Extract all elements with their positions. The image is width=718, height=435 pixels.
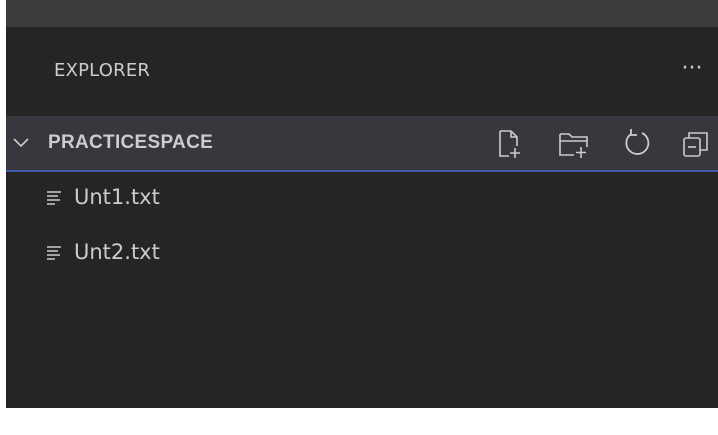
new-file-icon: [499, 130, 520, 158]
refresh-icon: [625, 129, 650, 155]
folder-row-practicespace[interactable]: PRACTICESPACE: [6, 116, 718, 172]
explorer-header: EXPLORER ···: [6, 27, 718, 115]
chevron-down-icon: [13, 138, 29, 148]
folder-name: PRACTICESPACE: [48, 132, 214, 153]
refresh-button[interactable]: [620, 126, 656, 162]
file-row-unt1[interactable]: Unt1.txt: [6, 174, 718, 226]
explorer-panel: EXPLORER ··· PRACTICESPACE Unt1.txt Unt2…: [6, 27, 718, 408]
collapse-all-button[interactable]: [678, 126, 714, 162]
collapse-all-icon: [683, 132, 708, 157]
title-bar: [6, 0, 718, 27]
new-folder-button[interactable]: [556, 126, 592, 162]
new-folder-icon: [559, 133, 588, 158]
ellipsis-icon: ···: [681, 56, 703, 81]
more-actions-button[interactable]: ···: [674, 56, 710, 83]
new-file-button[interactable]: [492, 126, 528, 162]
file-row-unt2[interactable]: Unt2.txt: [6, 229, 718, 281]
explorer-title: EXPLORER: [54, 60, 151, 81]
file-name: Unt2.txt: [74, 240, 160, 264]
file-name: Unt1.txt: [74, 185, 160, 209]
text-file-icon: [47, 191, 61, 205]
text-file-icon: [47, 246, 61, 260]
window-bottom-edge: [0, 408, 718, 435]
